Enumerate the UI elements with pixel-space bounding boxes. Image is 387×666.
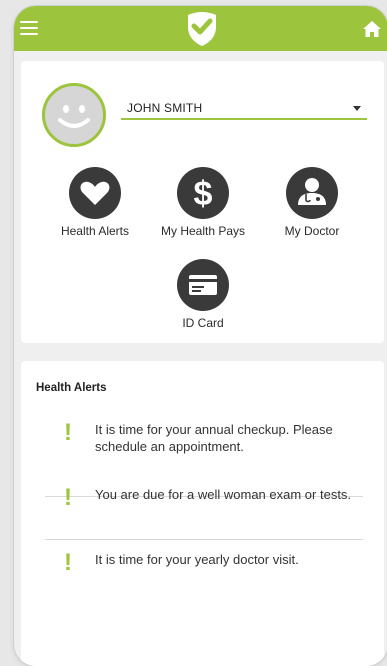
my-doctor-label: My Doctor	[284, 224, 340, 238]
profile-card: JOHN SMITH Health Alerts $ My Health Pay…	[21, 61, 384, 343]
smiley-avatar-icon	[58, 105, 90, 128]
heart-icon	[69, 167, 121, 219]
user-name: JOHN SMITH	[127, 101, 203, 115]
exclamation-icon: !	[64, 419, 72, 446]
user-select-underline	[121, 118, 367, 120]
alert-divider	[45, 539, 363, 540]
my-health-pays-button[interactable]: $ My Health Pays	[153, 167, 253, 238]
phone-frame: JOHN SMITH Health Alerts $ My Health Pay…	[14, 6, 387, 666]
my-health-pays-label: My Health Pays	[160, 224, 246, 238]
id-card-label: ID Card	[182, 316, 224, 330]
exclamation-icon: !	[64, 484, 72, 511]
hamburger-menu-icon[interactable]	[20, 21, 38, 35]
health-alerts-title: Health Alerts	[36, 382, 107, 394]
dropdown-arrow-icon	[353, 106, 361, 111]
exclamation-icon: !	[64, 549, 72, 576]
alert-item[interactable]: ! It is time for your yearly doctor visi…	[45, 549, 363, 579]
health-alerts-card: Health Alerts ! It is time for your annu…	[21, 361, 384, 666]
alert-text: It is time for your yearly doctor visit.	[95, 552, 299, 567]
user-select-dropdown[interactable]: JOHN SMITH	[121, 99, 367, 120]
my-doctor-button[interactable]: My Doctor	[262, 167, 362, 238]
alert-text: It is time for your annual checkup. Plea…	[95, 422, 333, 454]
logo-icon	[188, 12, 216, 46]
doctor-icon	[286, 167, 338, 219]
avatar[interactable]	[42, 83, 106, 147]
health-alerts-button[interactable]: Health Alerts	[45, 167, 145, 238]
home-icon[interactable]	[362, 20, 382, 38]
dollar-icon: $	[177, 167, 229, 219]
alert-item[interactable]: ! It is time for your annual checkup. Pl…	[45, 419, 363, 463]
id-card-button[interactable]: ID Card	[153, 259, 253, 330]
alert-text: You are due for a well woman exam or tes…	[95, 487, 352, 502]
top-bar	[14, 6, 387, 51]
id-card-icon	[177, 259, 229, 311]
svg-text:$: $	[194, 175, 213, 213]
alert-item[interactable]: ! You are due for a well woman exam or t…	[45, 484, 363, 528]
health-alerts-label: Health Alerts	[60, 224, 130, 238]
